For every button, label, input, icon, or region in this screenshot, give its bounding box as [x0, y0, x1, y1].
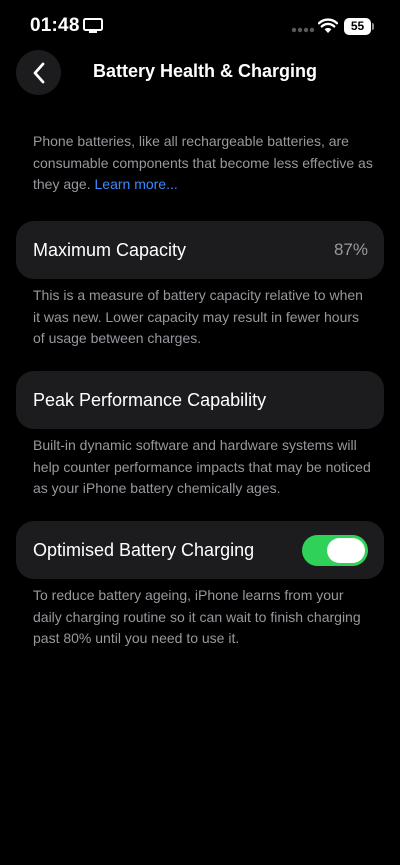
maximum-capacity-row: Maximum Capacity 87%: [16, 221, 384, 279]
peak-performance-description: Built-in dynamic software and hardware s…: [33, 437, 371, 496]
peak-performance-label: Peak Performance Capability: [33, 390, 267, 410]
intro-text: Phone batteries, like all rechargeable b…: [33, 131, 373, 196]
status-bar: 01:48 55: [0, 0, 400, 50]
battery-icon: 55: [344, 18, 374, 35]
battery-cap: [372, 23, 374, 30]
peak-performance-row: Peak Performance Capability: [16, 371, 384, 429]
toggle-knob: [327, 538, 365, 563]
page-title: Battery Health & Charging: [93, 61, 318, 81]
optimised-charging-toggle[interactable]: [302, 535, 368, 566]
chevron-left-icon: [33, 62, 44, 83]
intro-body: Phone batteries, like all rechargeable b…: [33, 133, 373, 192]
maximum-capacity-description: This is a measure of battery capacity re…: [33, 287, 363, 346]
optimised-charging-description: To reduce battery ageing, iPhone learns …: [33, 587, 361, 646]
learn-more-link[interactable]: Learn more...: [95, 176, 178, 192]
cellular-signal-icon: [291, 27, 315, 33]
maximum-capacity-value: 87%: [333, 240, 368, 259]
optimised-charging-label: Optimised Battery Charging: [33, 540, 255, 560]
optimised-charging-row: Optimised Battery Charging: [16, 521, 384, 579]
status-time: 01:48: [30, 15, 80, 36]
maximum-capacity-label: Maximum Capacity: [33, 240, 187, 260]
screen-mirroring-icon: [83, 18, 103, 33]
screen: 01:48 55 Battery Health & Charging Phone: [0, 0, 400, 865]
wifi-icon: [318, 18, 338, 33]
back-button[interactable]: [16, 50, 61, 95]
battery-level: 55: [344, 18, 371, 35]
